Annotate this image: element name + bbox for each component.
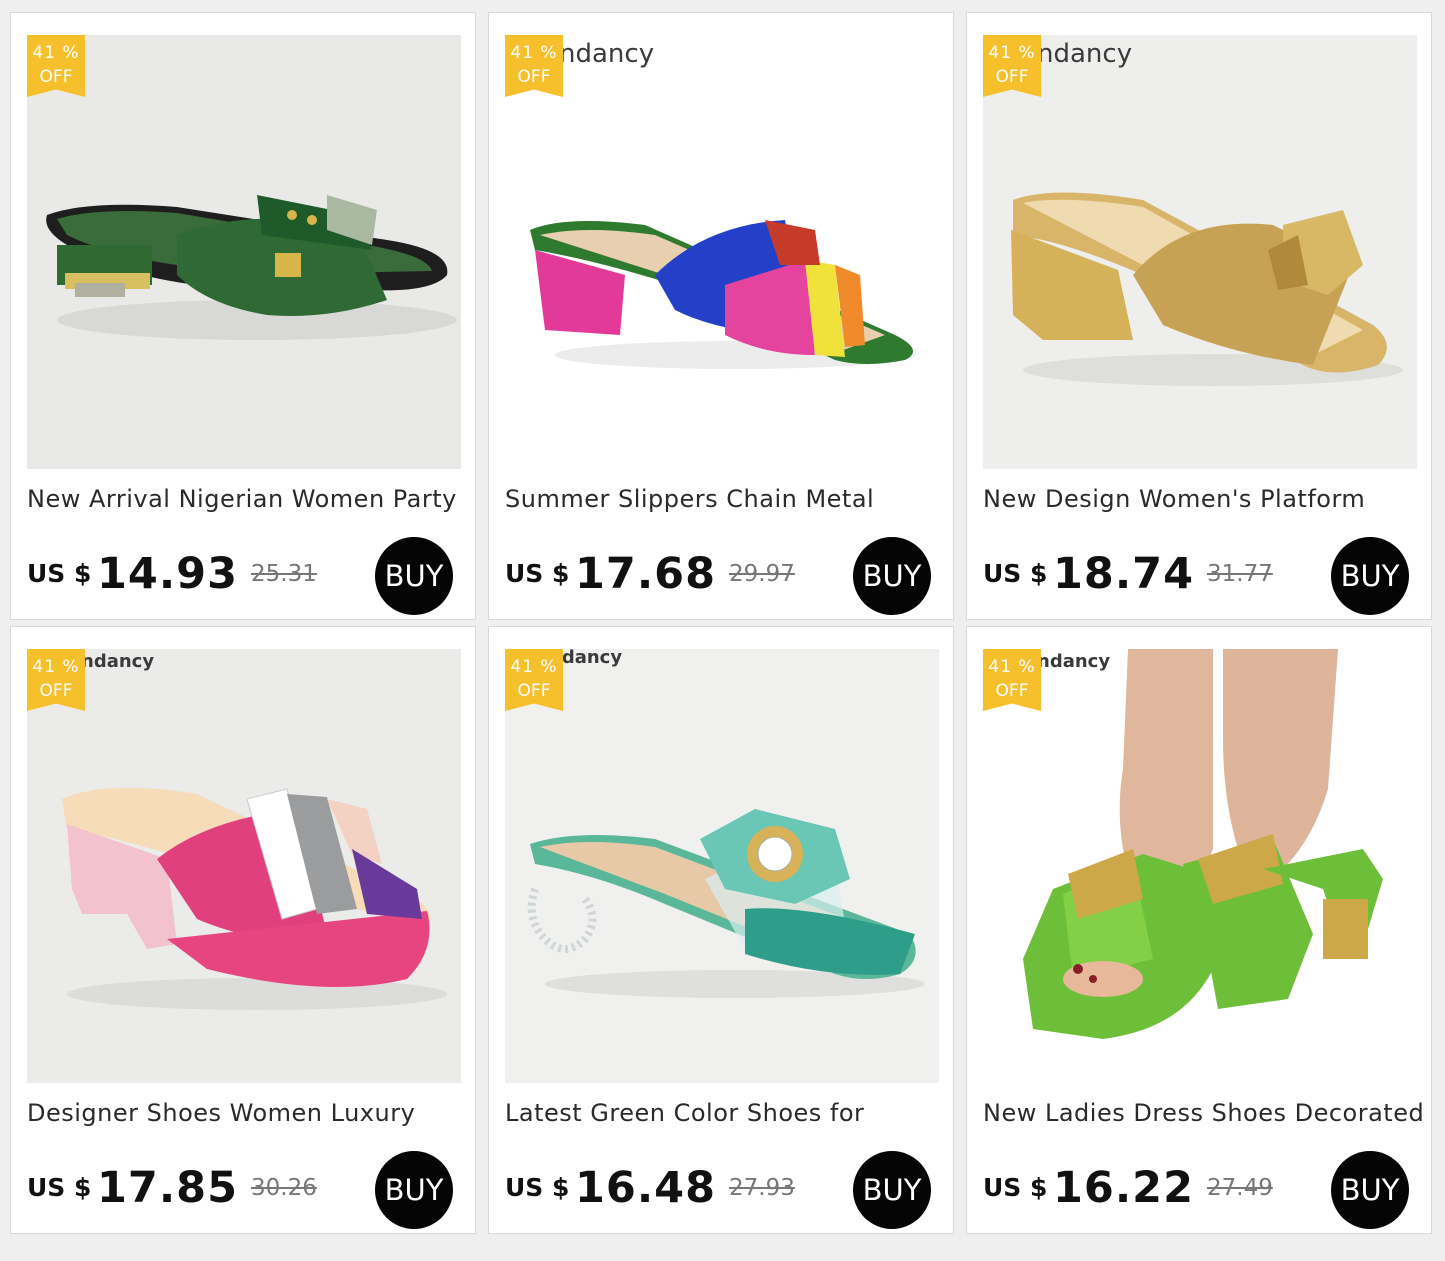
product-image[interactable] [983,649,1417,1083]
buy-button[interactable]: BUY [1331,537,1409,615]
discount-badge: 41 % OFF [983,649,1041,711]
buy-button[interactable]: BUY [1331,1151,1409,1229]
discount-percent: 41 % [988,43,1036,63]
product-card[interactable]: ndancy 41 % OFF Summer Slippers Chain Me… [488,12,954,620]
currency-label: US $ [983,559,1048,588]
buy-button[interactable]: BUY [375,537,453,615]
product-title[interactable]: Latest Green Color Shoes for [505,1099,945,1127]
discount-off-label: OFF [39,681,73,701]
original-price: 30.26 [251,1175,317,1201]
discount-percent: 41 % [32,657,80,677]
image-watermark: ndancy [1037,651,1111,672]
product-title[interactable]: New Design Women's Platform [983,485,1423,513]
discount-off-label: OFF [995,67,1029,87]
product-image[interactable] [27,649,461,1083]
product-title[interactable]: New Arrival Nigerian Women Party [27,485,467,513]
original-price: 27.93 [729,1175,795,1201]
product-grid: 41 % OFF New Arrival Nigerian Women Part… [10,12,1432,1234]
discount-percent: 41 % [510,657,558,677]
image-watermark: ndancy [1037,39,1133,69]
product-title[interactable]: Summer Slippers Chain Metal [505,485,945,513]
discount-off-label: OFF [995,681,1029,701]
product-price: 16.48 [575,1163,717,1213]
currency-label: US $ [983,1173,1048,1202]
buy-button[interactable]: BUY [853,1151,931,1229]
image-watermark: ndancy [81,651,155,672]
discount-badge: 41 % OFF [505,649,563,711]
discount-off-label: OFF [517,67,551,87]
discount-off-label: OFF [39,67,73,87]
original-price: 31.77 [1207,561,1273,587]
product-image[interactable] [983,35,1417,469]
currency-label: US $ [27,559,92,588]
discount-off-label: OFF [517,681,551,701]
discount-badge: 41 % OFF [27,35,85,97]
product-card[interactable]: 41 % OFF New Arrival Nigerian Women Part… [10,12,476,620]
buy-button[interactable]: BUY [375,1151,453,1229]
original-price: 25.31 [251,561,317,587]
product-price: 14.93 [97,549,239,599]
product-price: 16.22 [1053,1163,1195,1213]
product-title[interactable]: Designer Shoes Women Luxury [27,1099,467,1127]
discount-percent: 41 % [988,657,1036,677]
discount-percent: 41 % [32,43,80,63]
product-price: 17.68 [575,549,717,599]
currency-label: US $ [505,1173,570,1202]
discount-badge: 41 % OFF [505,35,563,97]
product-card[interactable]: ndancy 41 % OFF Latest Green Color Shoes… [488,626,954,1234]
product-card[interactable]: ndancy 41 % OFF New Design Women's Platf… [966,12,1432,620]
product-card[interactable]: ndancy 41 % OFF New Ladies Dress Shoes D… [966,626,1432,1234]
original-price: 29.97 [729,561,795,587]
product-image[interactable] [505,649,939,1083]
currency-label: US $ [505,559,570,588]
product-image[interactable] [27,35,461,469]
discount-badge: 41 % OFF [983,35,1041,97]
original-price: 27.49 [1207,1175,1273,1201]
product-price: 17.85 [97,1163,239,1213]
discount-badge: 41 % OFF [27,649,85,711]
discount-percent: 41 % [510,43,558,63]
image-watermark: ndancy [559,39,655,69]
product-price: 18.74 [1053,549,1195,599]
product-card[interactable]: ndancy 41 % OFF Designer Shoes Women Lux… [10,626,476,1234]
buy-button[interactable]: BUY [853,537,931,615]
currency-label: US $ [27,1173,92,1202]
product-image[interactable] [505,35,939,469]
product-title[interactable]: New Ladies Dress Shoes Decorated [983,1099,1423,1127]
